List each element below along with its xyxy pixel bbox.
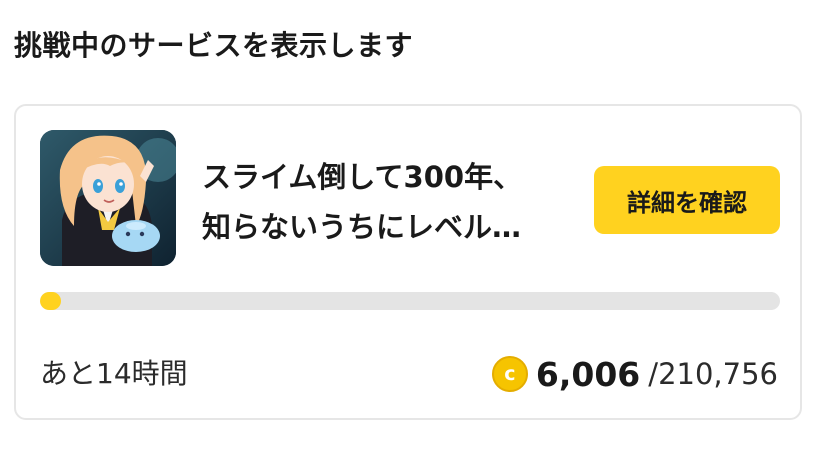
progress-bar-fill: [40, 292, 62, 310]
points-separator: /: [648, 357, 659, 391]
service-title-line-1: スライム倒して300年、: [202, 160, 523, 194]
service-thumbnail[interactable]: [40, 130, 176, 266]
challenge-card[interactable]: スライム倒して300年、 知らないうちにレベル… 詳細を確認 あと14時間 c …: [14, 104, 802, 420]
view-details-button[interactable]: 詳細を確認: [594, 166, 780, 234]
progress-bar: [40, 292, 780, 310]
points-total: 210,756: [658, 357, 778, 391]
points-display: c 6,006 / 210,756: [491, 352, 778, 396]
coin-icon: c: [491, 356, 528, 392]
section-title: 挑戦中のサービスを表示します: [14, 29, 414, 62]
anime-character-thumbnail-icon: [40, 130, 176, 266]
service-title[interactable]: スライム倒して300年、 知らないうちにレベル…: [202, 152, 562, 252]
remaining-time: あと14時間: [40, 357, 188, 390]
points-current: 6,006: [535, 354, 641, 394]
service-title-line-2: 知らないうちにレベル…: [202, 210, 522, 244]
